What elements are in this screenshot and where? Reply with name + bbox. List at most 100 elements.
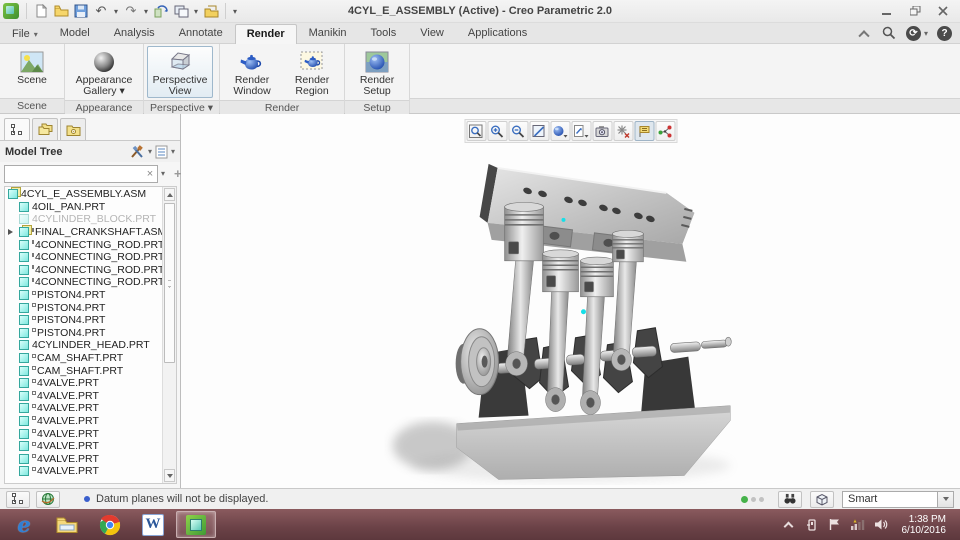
network-status-icon[interactable] — [850, 517, 866, 533]
selection-filter-dropdown[interactable]: Smart — [842, 490, 954, 508]
windows-dropdown-arrow[interactable]: ▾ — [192, 7, 200, 16]
file-menu-button[interactable]: File ▾ — [2, 24, 48, 43]
expand-caret-icon[interactable] — [8, 330, 14, 336]
group-label-setup[interactable]: Setup — [345, 100, 410, 115]
help-button[interactable]: ? — [937, 25, 952, 41]
expand-caret-icon[interactable] — [8, 431, 14, 437]
taskbar-clock[interactable]: 1:38 PM 6/10/2016 — [896, 514, 953, 536]
taskbar-creo-button[interactable] — [176, 511, 216, 538]
expand-caret-icon[interactable] — [8, 368, 14, 374]
expand-caret-icon[interactable] — [8, 443, 14, 449]
regenerate-button[interactable] — [152, 2, 170, 20]
tab-applications[interactable]: Applications — [456, 23, 539, 43]
resources-button[interactable]: ⟳ — [905, 25, 921, 41]
tree-item[interactable]: 4CONNECTING_ROD.PRT — [5, 238, 164, 251]
tab-render[interactable]: Render — [234, 24, 297, 44]
open-file-button[interactable] — [52, 2, 70, 20]
group-label-perspective[interactable]: Perspective ▾ — [144, 100, 220, 115]
close-window-button[interactable] — [202, 2, 220, 20]
tree-item[interactable]: 4CONNECTING_ROD.PRT — [5, 276, 164, 289]
tab-view[interactable]: View — [408, 23, 456, 43]
engine-assembly-model[interactable] — [181, 114, 960, 487]
tree-item[interactable]: 4VALVE.PRT — [5, 427, 162, 440]
tree-search-input[interactable] — [5, 166, 143, 181]
tree-item[interactable]: 4VALVE.PRT — [5, 440, 162, 453]
tree-settings-icon[interactable] — [130, 144, 145, 159]
tree-item[interactable]: 4CONNECTING_ROD.PRT — [5, 264, 164, 277]
expand-caret-icon[interactable] — [8, 229, 14, 236]
clear-search-icon[interactable]: × — [143, 168, 157, 180]
expand-caret-icon[interactable] — [8, 305, 14, 311]
tab-manikin[interactable]: Manikin — [297, 23, 359, 43]
scroll-down-button[interactable] — [164, 469, 175, 482]
expand-caret-icon[interactable] — [8, 355, 14, 361]
tab-analysis[interactable]: Analysis — [102, 23, 167, 43]
tree-item[interactable]: 4CYLINDER_BLOCK.PRT — [5, 213, 162, 226]
action-center-flag-icon[interactable] — [827, 517, 843, 533]
spin-center-point[interactable] — [580, 309, 586, 315]
close-button[interactable] — [936, 5, 950, 17]
web-browser-button[interactable] — [36, 490, 60, 508]
tree-scrollbar[interactable] — [162, 187, 176, 483]
group-label-scene[interactable]: Scene — [0, 98, 64, 113]
expand-caret-icon[interactable] — [8, 342, 14, 348]
tree-settings-arrow[interactable]: ▾ — [148, 147, 152, 156]
datum-point[interactable] — [561, 217, 566, 222]
tree-item[interactable]: 4VALVE.PRT — [5, 377, 162, 390]
minimize-ribbon-button[interactable] — [856, 25, 872, 42]
tree-item[interactable]: PISTON4.PRT — [5, 327, 162, 340]
appearance-gallery-button[interactable]: Appearance Gallery ▾ — [68, 46, 140, 98]
search-command-button[interactable] — [881, 25, 897, 41]
windows-button[interactable] — [172, 2, 190, 20]
expand-caret-icon[interactable] — [8, 216, 14, 222]
tree-item[interactable]: 4VALVE.PRT — [5, 415, 162, 428]
render-region-button[interactable]: Render Region — [283, 46, 341, 98]
graphics-viewport[interactable] — [181, 114, 960, 488]
render-window-button[interactable]: Render Window — [223, 46, 281, 98]
tree-item[interactable]: 4CONNECTING_ROD.PRT — [5, 251, 164, 264]
tree-filters-icon[interactable] — [155, 145, 168, 159]
undo-button[interactable]: ↶ — [92, 2, 110, 20]
tree-item[interactable]: 4VALVE.PRT — [5, 452, 162, 465]
expand-caret-icon[interactable] — [8, 204, 14, 210]
perspective-view-button[interactable]: Perspective View — [147, 46, 213, 98]
expand-caret-icon[interactable] — [8, 418, 14, 424]
tree-item[interactable]: 4VALVE.PRT — [5, 390, 162, 403]
tree-item[interactable]: 4VALVE.PRT — [5, 402, 162, 415]
folder-browser-tab[interactable] — [32, 118, 58, 140]
redo-dropdown-arrow[interactable]: ▾ — [142, 7, 150, 16]
tab-tools[interactable]: Tools — [359, 23, 409, 43]
taskbar-chrome-button[interactable] — [90, 511, 130, 538]
tree-item[interactable]: 4CYLINDER_HEAD.PRT — [5, 339, 162, 352]
expand-caret-icon[interactable] — [8, 254, 14, 260]
tree-item[interactable]: 4OIL_PAN.PRT — [5, 201, 162, 214]
expand-caret-icon[interactable] — [8, 267, 14, 273]
show-hidden-icons-button[interactable] — [781, 517, 797, 533]
search-model-button[interactable] — [778, 490, 802, 508]
expand-caret-icon[interactable] — [8, 468, 14, 474]
scroll-thumb[interactable] — [164, 203, 175, 363]
search-history-arrow[interactable]: ▾ — [161, 169, 165, 178]
tab-model[interactable]: Model — [48, 23, 102, 43]
tree-item[interactable]: CAM_SHAFT.PRT — [5, 364, 162, 377]
expand-caret-icon[interactable] — [8, 456, 14, 462]
group-label-appearance[interactable]: Appearance — [65, 100, 143, 115]
select-components-button[interactable] — [810, 490, 834, 508]
expand-caret-icon[interactable] — [8, 317, 14, 323]
taskbar-explorer-button[interactable] — [47, 511, 87, 538]
group-label-render[interactable]: Render — [220, 100, 345, 115]
tree-item[interactable]: PISTON4.PRT — [5, 314, 162, 327]
new-file-button[interactable] — [32, 2, 50, 20]
selection-filter-arrow[interactable] — [937, 491, 953, 507]
expand-caret-icon[interactable] — [8, 242, 14, 248]
tree-item[interactable]: PISTON4.PRT — [5, 301, 162, 314]
toggle-navigator-button[interactable] — [6, 490, 30, 508]
safely-remove-hardware-icon[interactable] — [804, 517, 820, 533]
scroll-up-button[interactable] — [164, 188, 175, 201]
undo-dropdown-arrow[interactable]: ▾ — [112, 7, 120, 16]
creo-app-icon[interactable] — [3, 3, 19, 19]
expand-caret-icon[interactable] — [8, 393, 14, 399]
volume-icon[interactable] — [873, 517, 889, 533]
taskbar-word-button[interactable]: W — [133, 511, 173, 538]
tab-annotate[interactable]: Annotate — [167, 23, 235, 43]
